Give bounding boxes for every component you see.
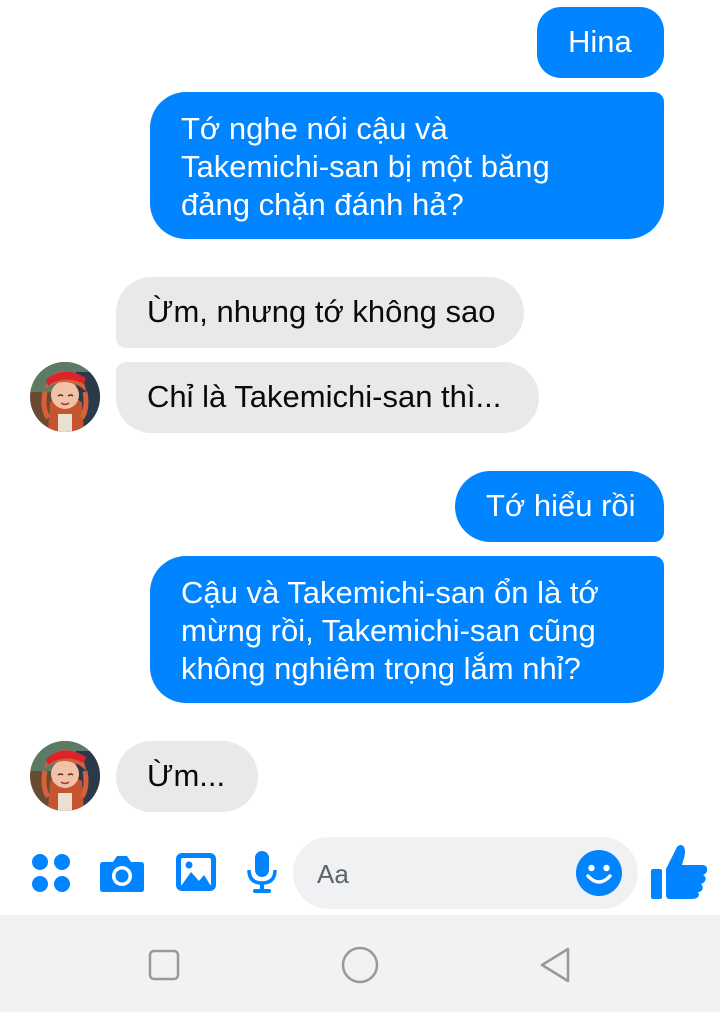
back-icon[interactable] bbox=[538, 946, 572, 984]
contact-avatar[interactable] bbox=[30, 362, 100, 432]
message-incoming[interactable]: Chỉ là Takemichi-san thì... bbox=[116, 362, 539, 433]
message-incoming[interactable]: Ừm... bbox=[116, 741, 258, 812]
message-outgoing[interactable]: Cậu và Takemichi-san ổn là tớ mừng rồi, … bbox=[150, 556, 664, 703]
home-icon[interactable] bbox=[340, 945, 380, 985]
messenger-screen: Hina Tớ nghe nói cậu và Takemichi-san bị… bbox=[0, 0, 720, 1012]
message-outgoing[interactable]: Hina bbox=[537, 7, 664, 78]
message-outgoing[interactable]: Tớ hiểu rồi bbox=[455, 471, 664, 542]
emoji-icon[interactable] bbox=[575, 849, 623, 897]
camera-icon[interactable] bbox=[99, 853, 145, 893]
apps-icon[interactable] bbox=[31, 853, 71, 893]
microphone-icon[interactable] bbox=[246, 850, 278, 894]
recent-apps-icon[interactable] bbox=[148, 949, 180, 981]
message-outgoing[interactable]: Tớ nghe nói cậu và Takemichi-san bị một … bbox=[150, 92, 664, 239]
message-incoming[interactable]: Ừm, nhưng tớ không sao bbox=[116, 277, 524, 348]
contact-avatar[interactable] bbox=[30, 741, 100, 811]
thumbs-up-icon[interactable] bbox=[650, 843, 710, 901]
system-navigation-bar bbox=[0, 915, 720, 1012]
message-input[interactable] bbox=[315, 855, 559, 893]
gallery-icon[interactable] bbox=[175, 852, 217, 892]
message-input-field[interactable] bbox=[293, 837, 638, 909]
